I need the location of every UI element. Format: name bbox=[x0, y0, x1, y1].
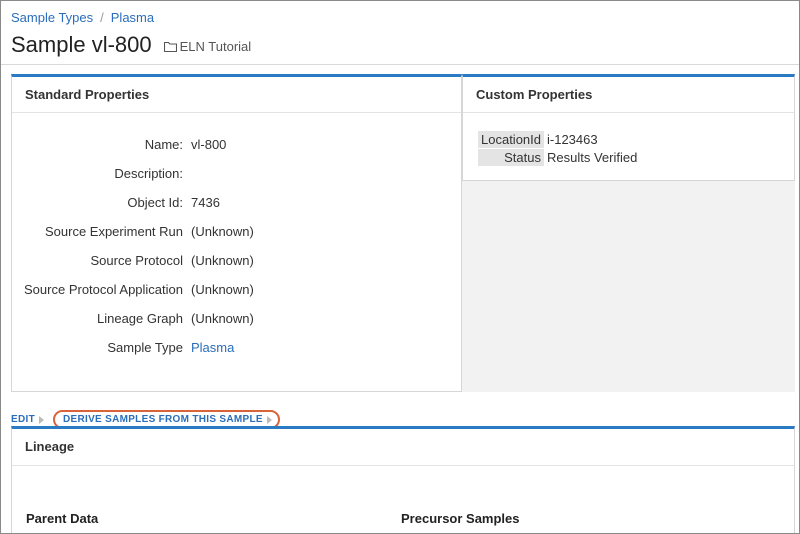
breadcrumb-plasma[interactable]: Plasma bbox=[111, 10, 154, 25]
page-frame: Sample Types / Plasma Sample vl-800 ELN … bbox=[0, 0, 800, 534]
prop-label: Sample Type bbox=[107, 340, 183, 355]
edit-label: EDIT bbox=[11, 414, 35, 425]
breadcrumb-separator: / bbox=[100, 10, 104, 25]
triangle-right-icon bbox=[266, 415, 272, 424]
parent-data-heading: Parent Data bbox=[26, 511, 99, 526]
edit-button[interactable]: EDIT bbox=[11, 414, 44, 425]
triangle-right-icon bbox=[38, 415, 44, 424]
custom-prop-row-status: Status Results Verified bbox=[478, 148, 637, 166]
prop-row-sample-type: Sample Type Plasma bbox=[12, 340, 463, 356]
lineage-title: Lineage bbox=[12, 429, 794, 466]
prop-value: (Unknown) bbox=[191, 224, 254, 239]
custom-prop-label: Status bbox=[478, 148, 544, 166]
prop-row-source-protocol-application: Source Protocol Application (Unknown) bbox=[12, 282, 463, 298]
prop-label: Source Protocol Application bbox=[24, 282, 183, 297]
right-column-background bbox=[462, 181, 795, 392]
prop-label: Source Protocol bbox=[90, 253, 184, 268]
prop-row-name: Name: vl-800 bbox=[12, 137, 463, 153]
breadcrumb-sample-types[interactable]: Sample Types bbox=[11, 10, 93, 25]
custom-prop-label: LocationId bbox=[478, 130, 544, 148]
prop-label: Source Experiment Run bbox=[44, 224, 183, 239]
custom-prop-value: Results Verified bbox=[547, 149, 638, 165]
standard-properties-panel: Standard Properties Name: vl-800 Descrip… bbox=[11, 74, 462, 392]
prop-row-object-id: Object Id: 7436 bbox=[12, 195, 463, 211]
folder-label[interactable]: ELN Tutorial bbox=[163, 39, 252, 54]
title-row: Sample vl-800 ELN Tutorial bbox=[11, 32, 251, 58]
prop-label: Description: bbox=[114, 166, 183, 181]
prop-row-description: Description: bbox=[12, 166, 463, 182]
folder-icon bbox=[163, 41, 177, 52]
folder-name: ELN Tutorial bbox=[179, 39, 252, 54]
lineage-panel: Lineage Parent Data Precursor Samples bbox=[11, 426, 795, 533]
prop-label: Object Id: bbox=[127, 195, 183, 210]
prop-value: (Unknown) bbox=[191, 311, 254, 326]
derive-label: DERIVE SAMPLES FROM THIS SAMPLE bbox=[62, 414, 263, 425]
custom-properties-list: LocationId i-123463 Status Results Verif… bbox=[478, 130, 637, 166]
prop-row-source-protocol: Source Protocol (Unknown) bbox=[12, 253, 463, 269]
custom-prop-row-location: LocationId i-123463 bbox=[478, 130, 637, 148]
custom-prop-value: i-123463 bbox=[547, 131, 598, 147]
header-divider bbox=[1, 64, 799, 65]
prop-value: (Unknown) bbox=[191, 253, 254, 268]
breadcrumb: Sample Types / Plasma bbox=[11, 10, 154, 25]
prop-row-source-experiment-run: Source Experiment Run (Unknown) bbox=[12, 224, 463, 240]
custom-properties-title: Custom Properties bbox=[463, 77, 794, 113]
standard-properties-title: Standard Properties bbox=[12, 77, 461, 113]
prop-value: 7436 bbox=[191, 195, 220, 210]
sample-type-link[interactable]: Plasma bbox=[191, 340, 234, 355]
prop-row-lineage-graph: Lineage Graph (Unknown) bbox=[12, 311, 463, 327]
prop-label: Name: bbox=[144, 137, 183, 152]
prop-label: Lineage Graph bbox=[96, 311, 183, 326]
custom-properties-panel: Custom Properties LocationId i-123463 St… bbox=[462, 74, 795, 181]
precursor-samples-heading: Precursor Samples bbox=[401, 511, 520, 526]
prop-value: (Unknown) bbox=[191, 282, 254, 297]
page-title: Sample vl-800 bbox=[11, 32, 152, 57]
prop-value: vl-800 bbox=[191, 137, 227, 152]
